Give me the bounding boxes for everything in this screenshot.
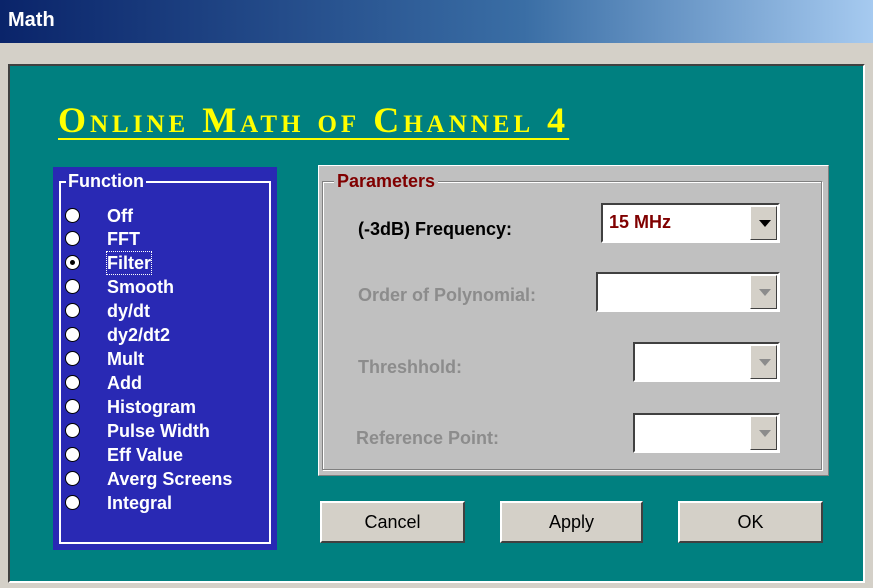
radio-button-selected[interactable] [65, 255, 80, 270]
reference-point-select[interactable] [633, 413, 780, 453]
window-title: Math [8, 9, 55, 31]
radio-label: Pulse Width [107, 421, 210, 441]
radio-off[interactable]: Off [65, 205, 280, 228]
threshhold-select[interactable] [633, 342, 780, 382]
radio-dydt[interactable]: dy/dt [65, 300, 280, 323]
radio-button[interactable] [65, 471, 80, 486]
radio-label: Off [107, 206, 133, 226]
ok-button[interactable]: OK [678, 501, 823, 543]
order-of-polynomial-label: Order of Polynomial: [358, 285, 537, 305]
radio-label: Histogram [107, 397, 197, 417]
radio-fft[interactable]: FFT [65, 228, 280, 251]
radio-averg-screens[interactable]: Averg Screens [65, 468, 280, 491]
radio-button[interactable] [65, 375, 80, 390]
frequency-value: 15 MHz [609, 212, 672, 232]
parameters-group-legend: Parameters [334, 171, 439, 191]
radio-filter[interactable]: Filter [65, 251, 280, 275]
radio-button[interactable] [65, 231, 80, 246]
radio-histogram[interactable]: Histogram [65, 396, 280, 419]
radio-label: FFT [107, 229, 140, 249]
threshhold-label: Threshhold: [358, 357, 462, 377]
radio-label: Filter [105, 251, 153, 275]
radio-button[interactable] [65, 447, 80, 462]
radio-label: Integral [107, 493, 173, 513]
radio-button[interactable] [65, 327, 80, 342]
cancel-button[interactable]: Cancel [320, 501, 465, 543]
chevron-down-icon [759, 359, 771, 366]
radio-button[interactable] [65, 351, 80, 366]
radio-add[interactable]: Add [65, 372, 280, 395]
apply-button[interactable]: Apply [500, 501, 643, 543]
radio-button[interactable] [65, 423, 80, 438]
order-dropdown-button[interactable] [750, 275, 777, 309]
radio-button[interactable] [65, 399, 80, 414]
chevron-down-icon [759, 289, 771, 296]
radio-button[interactable] [65, 208, 80, 223]
reference-point-dropdown-button[interactable] [750, 416, 777, 450]
radio-label: Mult [107, 349, 144, 369]
page-title: Online Math of Channel 4 [58, 100, 570, 140]
frequency-select[interactable]: 15 MHz [601, 203, 780, 243]
radio-label: dy2/dt2 [107, 325, 171, 345]
order-of-polynomial-select[interactable] [596, 272, 780, 312]
chevron-down-icon [759, 430, 771, 437]
radio-eff-value[interactable]: Eff Value [65, 444, 280, 467]
title-bar[interactable]: Math [0, 0, 873, 44]
radio-smooth[interactable]: Smooth [65, 276, 280, 299]
radio-button[interactable] [65, 279, 80, 294]
radio-label: Smooth [107, 277, 174, 297]
radio-label: Eff Value [107, 445, 184, 465]
radio-mult[interactable]: Mult [65, 348, 280, 371]
threshhold-dropdown-button[interactable] [750, 345, 777, 379]
radio-pulse-width[interactable]: Pulse Width [65, 420, 280, 443]
function-group-legend: Function [66, 171, 146, 191]
frequency-label: (-3dB) Frequency: [358, 219, 513, 239]
radio-dy2dt2[interactable]: dy2/dt2 [65, 324, 280, 347]
radio-label: Averg Screens [107, 469, 233, 489]
radio-label: dy/dt [107, 301, 150, 321]
radio-button[interactable] [65, 303, 80, 318]
radio-button[interactable] [65, 495, 80, 510]
radio-integral[interactable]: Integral [65, 492, 280, 515]
reference-point-label: Reference Point: [356, 428, 500, 448]
radio-label: Add [107, 373, 142, 393]
chevron-down-icon [759, 220, 771, 227]
frequency-dropdown-button[interactable] [750, 206, 777, 240]
